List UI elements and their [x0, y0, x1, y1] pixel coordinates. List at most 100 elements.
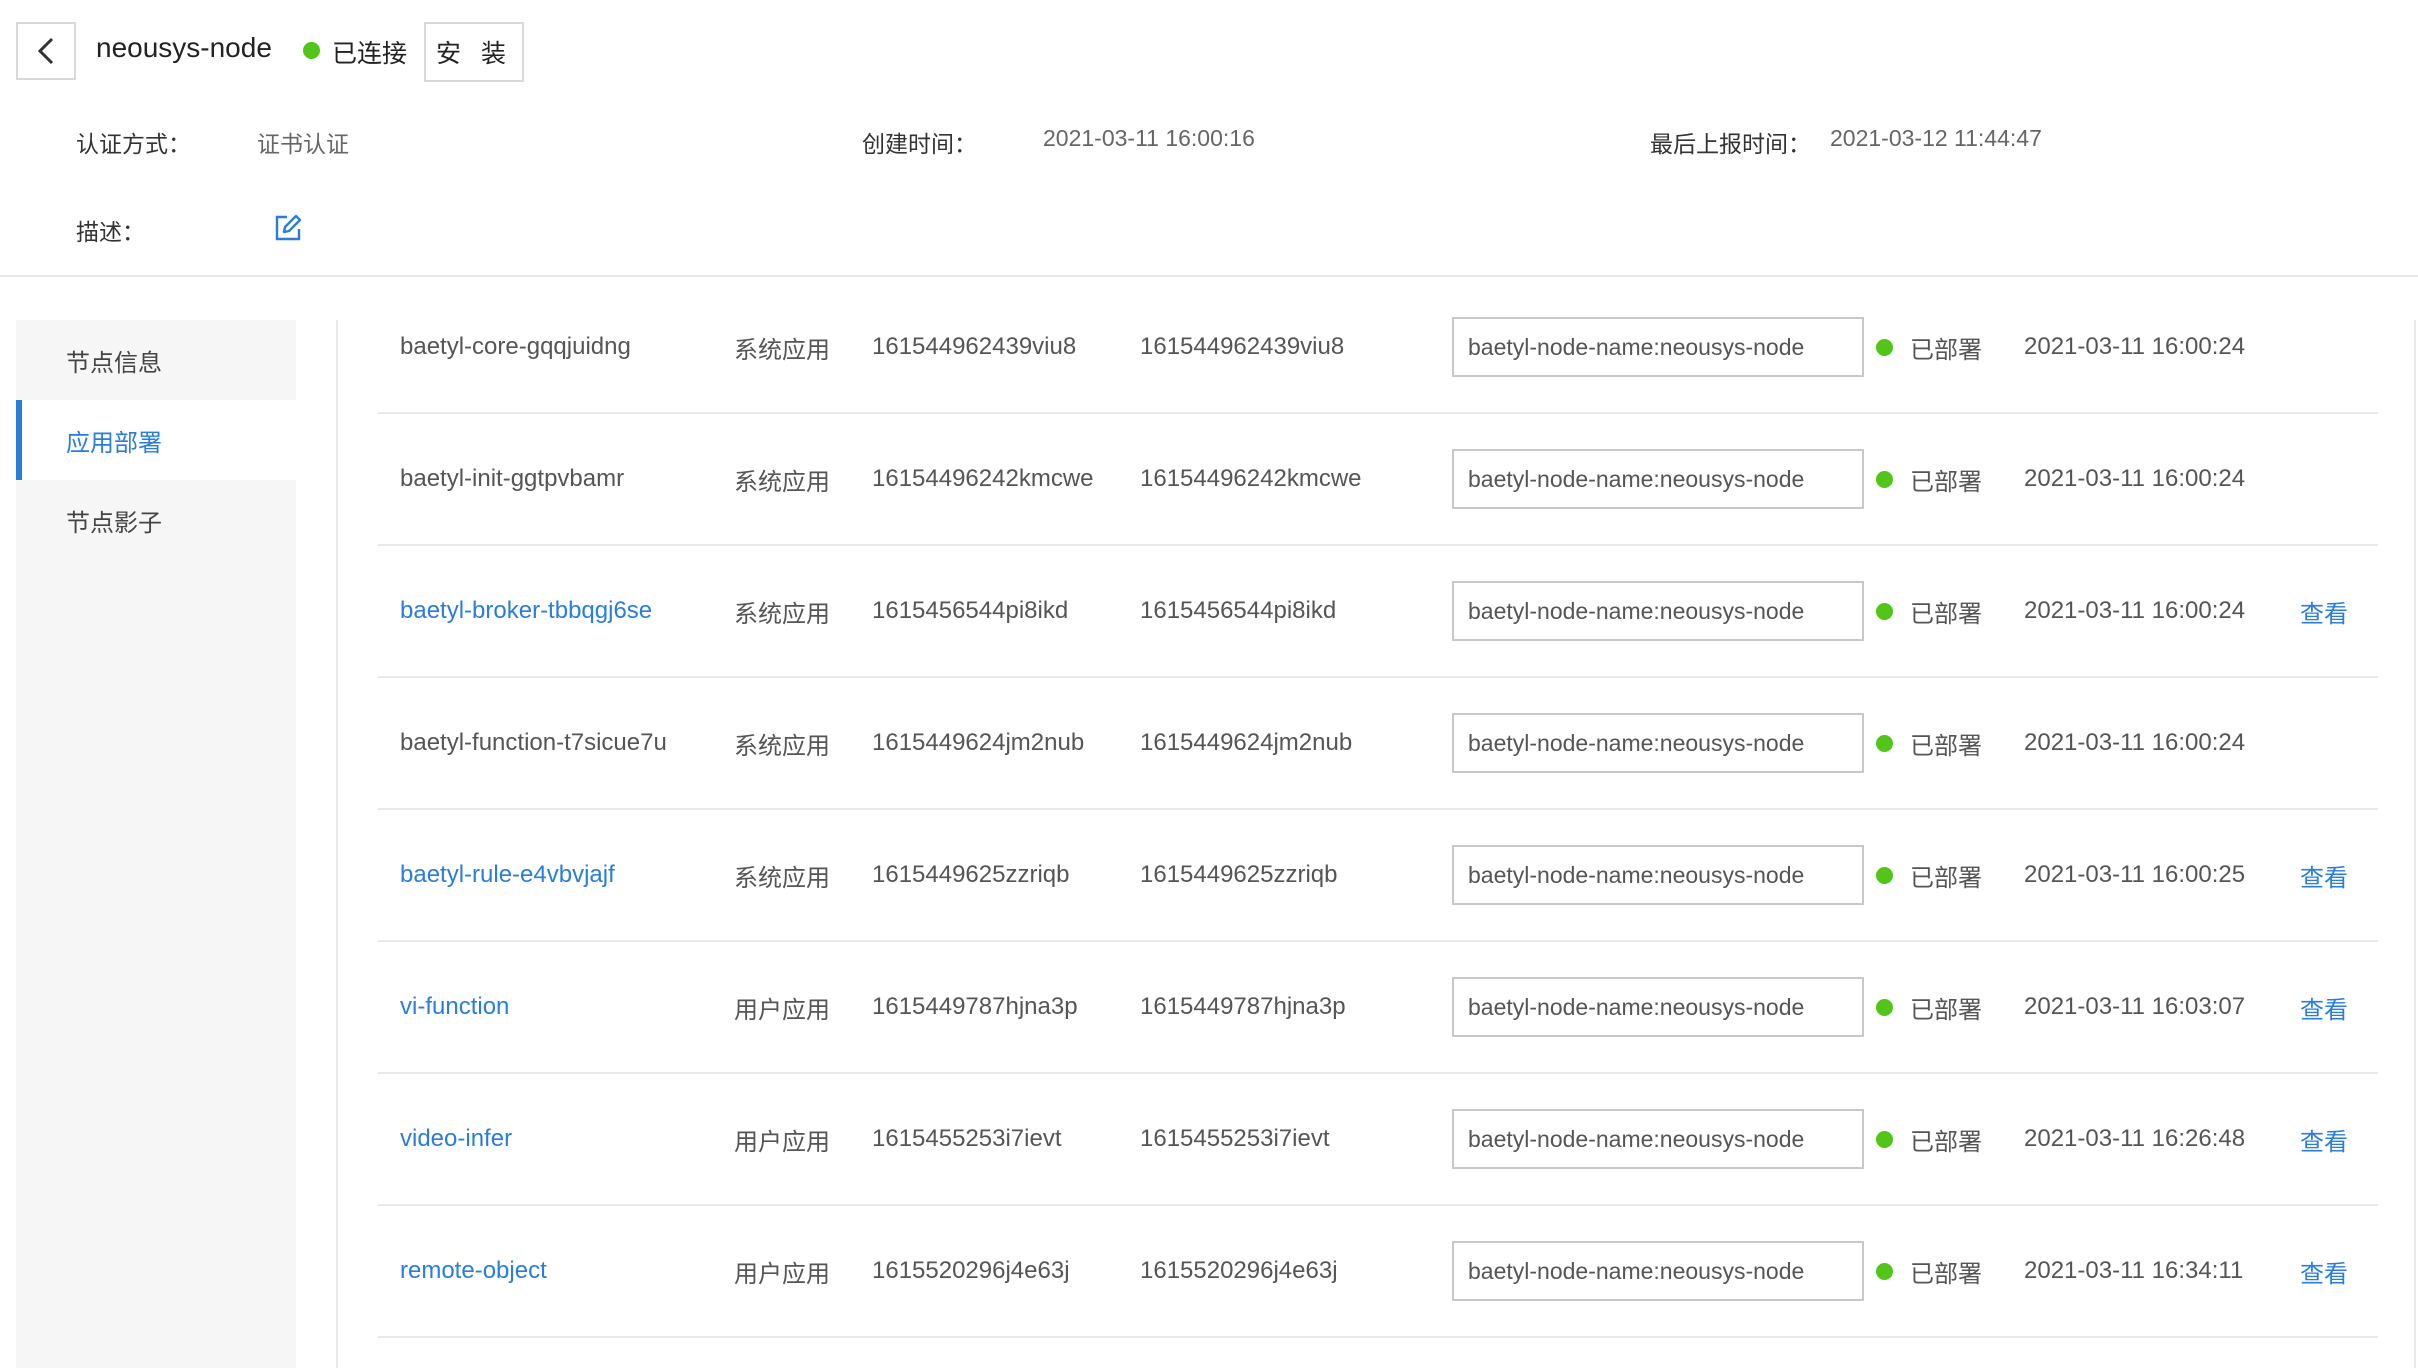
status-dot [1876, 735, 1893, 752]
status-dot [1876, 1131, 1893, 1148]
node-selector-text: baetyl-node-name:neousys-node [1452, 317, 1864, 377]
sidebar: 节点信息 应用部署 节点影子 [16, 320, 296, 1368]
edit-icon[interactable] [274, 214, 302, 242]
app-version: 161544962439viu8 [872, 333, 1077, 360]
view-link[interactable]: 查看 [2300, 1074, 2348, 1204]
node-selector-tag: baetyl-node-name:neousys-node [1452, 546, 1864, 676]
deploy-status: 已部署 [1910, 996, 1982, 1024]
app-type: 系统应用 [734, 600, 830, 628]
last-report-label: 最后上报时间： [1650, 131, 1811, 157]
connection-status-label: 已连接 [332, 40, 408, 68]
deploy-time: 2021-03-11 16:00:25 [2024, 861, 2246, 888]
config-version: 1615456544pi8ikd [1140, 597, 1337, 624]
table-row: baetyl-broker-tbbqgj6se 系统应用 1615456544pi8… [378, 546, 2378, 678]
node-selector-tag: baetyl-node-name:neousys-node [1452, 942, 1864, 1072]
app-version: 1615449624jm2nub [872, 729, 1085, 756]
node-selector-tag: baetyl-node-name:neousys-node [1452, 1206, 1864, 1336]
table-row: baetyl-init-ggtpvbamr 系统应用 16154496242kmcw… [378, 414, 2378, 546]
view-link[interactable]: 查看 [2300, 546, 2348, 676]
back-button[interactable] [16, 22, 76, 80]
app-version: 1615449787hjna3p [872, 993, 1078, 1020]
app-name[interactable]: remote-object [400, 1206, 547, 1336]
deploy-time: 2021-03-11 16:00:24 [2024, 333, 2246, 360]
config-version: 1615455253i7ievt [1140, 1125, 1330, 1152]
app-name: baetyl-core-gqqjuidng [400, 333, 631, 360]
node-selector-text: baetyl-node-name:neousys-node [1452, 581, 1864, 641]
node-selector-text: baetyl-node-name:neousys-node [1452, 977, 1864, 1037]
description-label: 描述： [76, 219, 145, 245]
deploy-time: 2021-03-11 16:00:24 [2024, 465, 2246, 492]
app-type: 系统应用 [734, 336, 830, 364]
app-type: 系统应用 [734, 468, 830, 496]
deploy-time: 2021-03-11 16:03:07 [2024, 993, 2246, 1020]
app-version: 1615520296j4e63j [872, 1257, 1070, 1284]
node-selector-tag: baetyl-node-name:neousys-node [1452, 414, 1864, 544]
deploy-status: 已部署 [1910, 336, 1982, 364]
deploy-status: 已部署 [1910, 864, 1982, 892]
config-version: 1615449787hjna3p [1140, 993, 1346, 1020]
config-version: 1615449624jm2nub [1140, 729, 1353, 756]
app-name[interactable]: vi-function [400, 942, 509, 1072]
app-name: baetyl-init-ggtpvbamr [400, 465, 625, 492]
app-type: 用户应用 [734, 1260, 830, 1288]
table-row: baetyl-core-gqqjuidng 系统应用 161544962439viu… [378, 282, 2378, 414]
node-name: neousys-node [96, 32, 272, 63]
node-selector-text: baetyl-node-name:neousys-node [1452, 713, 1864, 773]
connection-status-dot [303, 42, 320, 59]
table-row: remote-object 用户应用 1615520296j4e63j 1615520… [378, 1206, 2378, 1338]
deploy-status: 已部署 [1910, 732, 1982, 760]
status-dot [1876, 999, 1893, 1016]
deploy-time: 2021-03-11 16:34:11 [2024, 1257, 2244, 1284]
deploy-status: 已部署 [1910, 468, 1982, 496]
panel-right-border [2414, 320, 2416, 1368]
table-row: baetyl-function-t7sicue7u 系统应用 1615449624j… [378, 678, 2378, 810]
table-row: baetyl-rule-e4vbvjajf 系统应用 1615449625zzriq… [378, 810, 2378, 942]
sidebar-item-node-info[interactable]: 节点信息 [16, 320, 296, 400]
app-name[interactable]: baetyl-broker-tbbqgj6se [400, 546, 652, 676]
app-version: 16154496242kmcwe [872, 465, 1094, 492]
app-name[interactable]: video-infer [400, 1074, 512, 1204]
node-selector-tag: baetyl-node-name:neousys-node [1452, 678, 1864, 808]
app-version: 1615455253i7ievt [872, 1125, 1062, 1152]
deploy-time: 2021-03-11 16:00:24 [2024, 729, 2246, 756]
app-type: 系统应用 [734, 864, 830, 892]
node-header: neousys-node 已连接 安 装 认证方式： 证书认证 创建时间： 20… [0, 0, 2418, 277]
node-selector-text: baetyl-node-name:neousys-node [1452, 449, 1864, 509]
view-link[interactable]: 查看 [2300, 1206, 2348, 1336]
config-version: 16154496242kmcwe [1140, 465, 1362, 492]
view-link[interactable]: 查看 [2300, 942, 2348, 1072]
status-dot [1876, 603, 1893, 620]
app-type: 系统应用 [734, 732, 830, 760]
app-name[interactable]: baetyl-rule-e4vbvjajf [400, 810, 615, 940]
table-row: video-infer 用户应用 1615455253i7ievt 161545525… [378, 1074, 2378, 1206]
deploy-status: 已部署 [1910, 1260, 1982, 1288]
node-selector-text: baetyl-node-name:neousys-node [1452, 1241, 1864, 1301]
table-row: vi-function 用户应用 1615449787hjna3p 161544978… [378, 942, 2378, 1074]
deploy-status: 已部署 [1910, 1128, 1982, 1156]
node-selector-text: baetyl-node-name:neousys-node [1452, 845, 1864, 905]
deploy-time: 2021-03-11 16:26:48 [2024, 1125, 2246, 1152]
sidebar-item-node-shadow[interactable]: 节点影子 [16, 480, 296, 560]
deploy-status: 已部署 [1910, 600, 1982, 628]
auth-method-label: 认证方式： [76, 131, 191, 157]
status-dot [1876, 339, 1893, 356]
app-deploy-table: baetyl-core-gqqjuidng 系统应用 161544962439viu… [336, 317, 2418, 1368]
status-dot [1876, 867, 1893, 884]
created-time-label: 创建时间： [862, 131, 977, 157]
auth-method-value: 证书认证 [257, 131, 349, 157]
config-version: 1615520296j4e63j [1140, 1257, 1338, 1284]
app-type: 用户应用 [734, 996, 830, 1024]
view-link[interactable]: 查看 [2300, 810, 2348, 940]
deploy-time: 2021-03-11 16:00:24 [2024, 597, 2246, 624]
app-version: 1615456544pi8ikd [872, 597, 1069, 624]
install-button[interactable]: 安 装 [424, 22, 524, 82]
config-version: 1615449625zzriqb [1140, 861, 1338, 888]
status-dot [1876, 471, 1893, 488]
app-type: 用户应用 [734, 1128, 830, 1156]
config-version: 161544962439viu8 [1140, 333, 1345, 360]
node-selector-text: baetyl-node-name:neousys-node [1452, 1109, 1864, 1169]
sidebar-item-app-deploy[interactable]: 应用部署 [16, 400, 296, 480]
status-dot [1876, 1263, 1893, 1280]
last-report-value: 2021-03-12 11:44:47 [1830, 125, 2042, 151]
created-time-value: 2021-03-11 16:00:16 [1043, 125, 1255, 151]
